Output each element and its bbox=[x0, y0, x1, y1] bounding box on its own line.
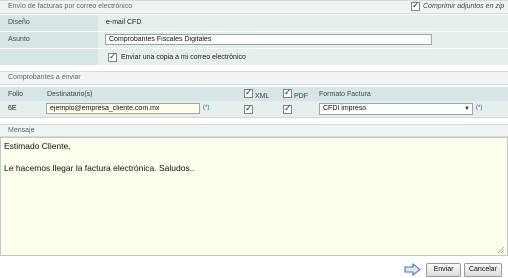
pdf-all-checkbox[interactable] bbox=[283, 87, 292, 98]
mensaje-section-title: Mensaje bbox=[8, 127, 35, 134]
comprobantes-section-header: Comprobantes a enviar bbox=[0, 71, 508, 85]
col-format: Formato Factura bbox=[319, 91, 371, 98]
row-folio: 6E bbox=[8, 105, 17, 112]
comprobantes-section-title: Comprobantes a enviar bbox=[8, 74, 81, 81]
row-xml-checkbox[interactable] bbox=[244, 103, 253, 114]
design-row: e-mail CFD bbox=[98, 15, 508, 32]
resize-handle-icon[interactable] bbox=[497, 246, 505, 254]
send-copy-label: Enviar una copia a mi correo electrónico bbox=[121, 54, 246, 61]
message-textarea[interactable]: Estimado Cliente, Le hacemos llegar la f… bbox=[0, 137, 508, 256]
design-label: Diseño bbox=[0, 15, 98, 32]
cancel-button[interactable]: Cancelar bbox=[464, 263, 502, 277]
table-row: 6E (*) CFDI impreso ▼ (*) bbox=[0, 101, 508, 118]
copy-row: Enviar una copia a mi correo electrónico bbox=[98, 49, 508, 66]
recipient-email-input[interactable] bbox=[46, 103, 200, 114]
envio-section-title: Envío de facturas por correo electrónico bbox=[8, 3, 133, 10]
copy-label-cell bbox=[0, 49, 98, 66]
subject-label: Asunto bbox=[0, 32, 98, 49]
chevron-down-icon: ▼ bbox=[464, 106, 470, 112]
compress-zip-checkbox[interactable] bbox=[411, 0, 420, 11]
mensaje-section-header: Mensaje bbox=[0, 124, 508, 137]
send-copy-checkbox[interactable] bbox=[108, 51, 117, 62]
compress-zip-label: Comprimir adjuntos en zip bbox=[423, 3, 505, 10]
xml-all-checkbox[interactable] bbox=[244, 87, 253, 98]
subject-row bbox=[98, 32, 508, 49]
row-pdf-checkbox[interactable] bbox=[283, 103, 292, 114]
send-button[interactable]: Enviar bbox=[426, 263, 461, 277]
arrow-right-icon bbox=[404, 262, 421, 277]
design-value: e-mail CFD bbox=[106, 19, 142, 26]
col-folio: Folio bbox=[8, 91, 24, 98]
format-select-value: CFDI impreso bbox=[323, 105, 367, 112]
col-recipients: Destinatario(s) bbox=[47, 91, 93, 98]
email-required-marker: (*) bbox=[203, 105, 210, 111]
subject-input[interactable] bbox=[105, 34, 432, 45]
format-select[interactable]: CFDI impreso ▼ bbox=[319, 103, 473, 115]
format-required-marker: (*) bbox=[476, 105, 483, 111]
